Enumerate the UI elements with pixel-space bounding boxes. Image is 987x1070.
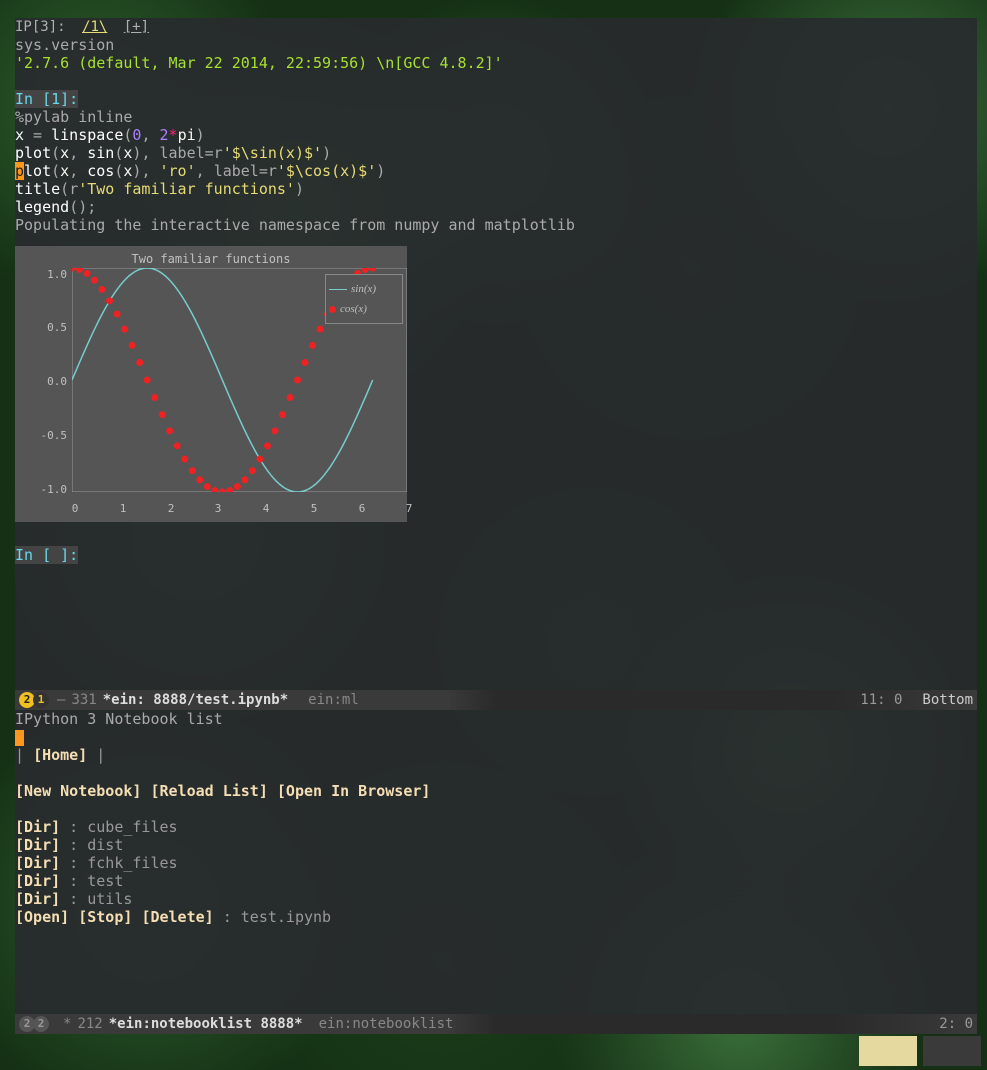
ml-num: 331	[71, 691, 96, 709]
dir-name: utils	[87, 890, 132, 908]
spacer	[15, 528, 977, 546]
dir-row[interactable]: [Dir] : dist	[15, 836, 977, 854]
dir-name: test	[87, 872, 123, 890]
xtick: 4	[256, 500, 276, 518]
ytick: -1.0	[37, 481, 67, 499]
dir-row[interactable]: [Dir] : fchk_files	[15, 854, 977, 872]
code-line-3[interactable]: plot(x, sin(x), label=r'$\sin(x)$')	[15, 144, 977, 162]
xtick: 7	[399, 500, 419, 518]
xtick: 3	[208, 500, 228, 518]
dir-row[interactable]: [Dir] : test	[15, 872, 977, 890]
open-button[interactable]: [Open]	[15, 908, 69, 926]
cell-in-marker: In [1]:	[15, 90, 78, 108]
tab-bar: IP[3]: /1\ [+]	[15, 18, 977, 36]
dir-button[interactable]: [Dir]	[15, 836, 60, 854]
code-line-4[interactable]: plot(x, cos(x), 'ro', label=r'$\cos(x)$'…	[15, 162, 977, 180]
stop-button[interactable]: [Stop]	[78, 908, 132, 926]
taskbar-item[interactable]	[859, 1036, 917, 1066]
xtick: 0	[65, 500, 85, 518]
dir-button[interactable]: [Dir]	[15, 818, 60, 836]
dir-button[interactable]: [Dir]	[15, 854, 60, 872]
bar: |	[15, 746, 24, 764]
out-line-populate: Populating the interactive namespace fro…	[15, 216, 977, 234]
notebook-pane[interactable]: IP[3]: /1\ [+] sys.version '2.7.6 (defau…	[15, 18, 977, 690]
new-notebook-button[interactable]: [New Notebook]	[15, 782, 141, 800]
dir-name: fchk_files	[87, 854, 177, 872]
dir-row[interactable]: [Dir] : cube_files	[15, 818, 977, 836]
spacer	[15, 764, 977, 782]
spacer	[15, 72, 977, 90]
cell-in-marker: In [ ]:	[15, 546, 78, 564]
legend-line-icon	[329, 289, 347, 290]
notebooklist-pane[interactable]: IPython 3 Notebook list | [Home] | [New …	[15, 710, 977, 1014]
major-mode: ein:notebooklist	[319, 1015, 454, 1033]
ytick: -0.5	[37, 427, 67, 445]
dir-button[interactable]: [Dir]	[15, 872, 60, 890]
xtick: 5	[304, 500, 324, 518]
buffer-name[interactable]: *ein:notebooklist 8888*	[109, 1015, 303, 1033]
ml-star: *	[63, 1015, 71, 1033]
code-line-1[interactable]: %pylab inline	[15, 108, 977, 126]
xtick: 6	[352, 500, 372, 518]
badge-icon: 2	[33, 1016, 49, 1032]
legend-dot-icon	[329, 306, 336, 313]
taskbar	[859, 1036, 981, 1066]
legend-label: cos(x)	[340, 300, 367, 318]
nblist-title: IPython 3 Notebook list	[15, 710, 977, 728]
home-link[interactable]: [Home]	[33, 746, 87, 764]
cursor: p	[15, 162, 24, 180]
modeline-bottom: 2 2 * 212 *ein:notebooklist 8888* ein:no…	[15, 1014, 977, 1034]
xtick: 2	[161, 500, 181, 518]
reload-list-button[interactable]: [Reload List]	[150, 782, 267, 800]
input-cell-empty[interactable]: In [ ]:	[15, 546, 977, 564]
code-line-6[interactable]: legend();	[15, 198, 977, 216]
dir-button[interactable]: [Dir]	[15, 890, 60, 908]
ml-dash: –	[57, 691, 65, 709]
ml-num: 212	[77, 1015, 102, 1033]
buffer-name[interactable]: *ein: 8888/test.ipynb*	[103, 691, 288, 709]
chart-legend: sin(x) cos(x)	[325, 274, 403, 324]
legend-label: sin(x)	[351, 280, 376, 298]
tab-active[interactable]: /1\	[82, 19, 107, 35]
cursor-position: 11: 0	[860, 691, 902, 709]
major-mode: ein:ml	[308, 691, 359, 709]
cursor-position: 2: 0	[939, 1015, 973, 1033]
code-line-5[interactable]: title(r'Two familiar functions')	[15, 180, 977, 198]
cursor	[15, 730, 24, 746]
open-in-browser-button[interactable]: [Open In Browser]	[277, 782, 431, 800]
dir-name: cube_files	[87, 818, 177, 836]
tab-prefix: IP[3]:	[15, 19, 66, 35]
taskbar-item[interactable]	[923, 1036, 981, 1066]
tab-add[interactable]: [+]	[124, 19, 149, 35]
nb-file[interactable]: test.ipynb	[241, 908, 331, 926]
spacer	[15, 800, 977, 818]
xtick: 1	[113, 500, 133, 518]
badge-icon: 1	[33, 692, 49, 708]
input-cell-1[interactable]: In [1]: %pylab inline x = linspace(0, 2*…	[15, 90, 977, 234]
output-cell-0[interactable]: sys.version '2.7.6 (default, Mar 22 2014…	[15, 36, 977, 72]
scroll-indicator: Bottom	[922, 691, 973, 709]
out-line-1: sys.version	[15, 36, 977, 54]
dir-row[interactable]: [Dir] : utils	[15, 890, 977, 908]
ytick: 1.0	[37, 266, 67, 284]
out-line-2: '2.7.6 (default, Mar 22 2014, 22:59:56) …	[15, 54, 977, 72]
chart-title: Two familiar functions	[15, 250, 407, 268]
modeline-top: 2 1 – 331 *ein: 8888/test.ipynb* ein:ml …	[15, 690, 977, 710]
delete-button[interactable]: [Delete]	[141, 908, 213, 926]
bar: |	[96, 746, 105, 764]
chart: Two familiar functions 1.0 0.5 0.0 -0.5 …	[15, 246, 407, 522]
code-line-2[interactable]: x = linspace(0, 2*pi)	[15, 126, 977, 144]
ytick: 0.0	[37, 373, 67, 391]
ytick: 0.5	[37, 319, 67, 337]
dir-name: dist	[87, 836, 123, 854]
sep: :	[223, 908, 241, 926]
